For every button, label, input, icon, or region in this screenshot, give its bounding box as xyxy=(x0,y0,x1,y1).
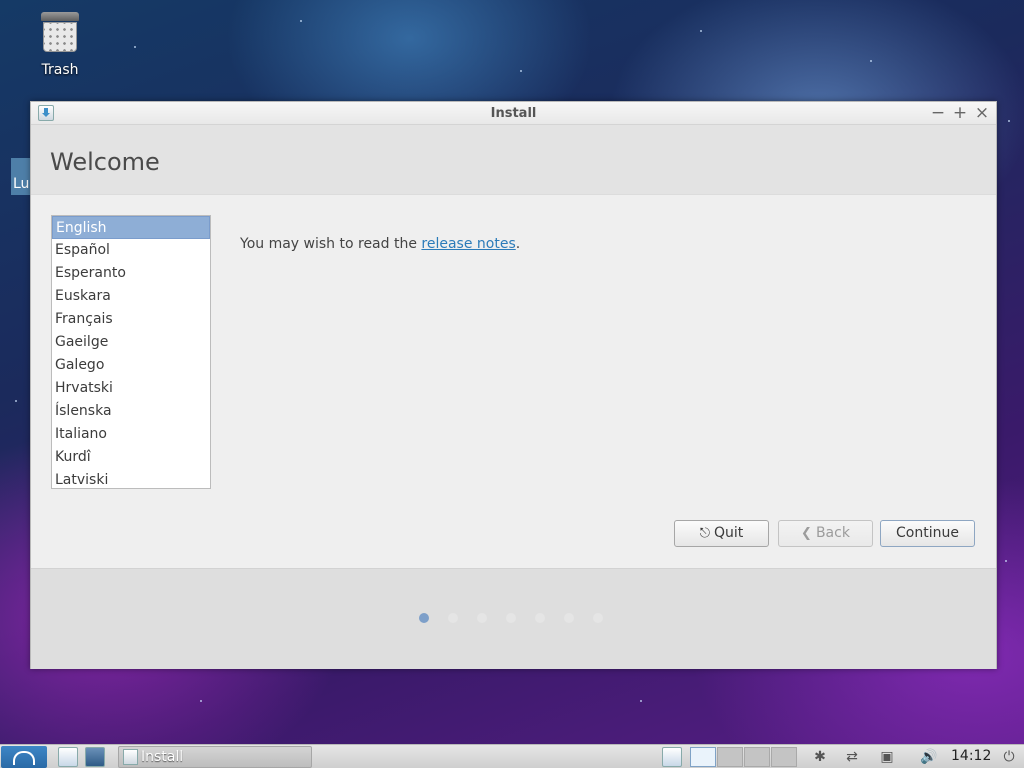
desktop-switcher-icon[interactable] xyxy=(85,747,105,767)
task-install[interactable]: Install xyxy=(118,746,312,768)
language-item[interactable]: Íslenska xyxy=(52,400,210,423)
quit-icon: ⎋ xyxy=(699,526,710,541)
star xyxy=(134,46,136,48)
window-titlebar[interactable]: Install − + × xyxy=(31,102,996,125)
progress-dot xyxy=(506,613,516,623)
power-icon[interactable]: ⏻ xyxy=(1000,748,1018,766)
progress-dot xyxy=(419,613,429,623)
file-manager-icon[interactable] xyxy=(58,747,78,767)
release-text-suffix: . xyxy=(515,236,521,252)
network-icon[interactable]: ⇄ xyxy=(843,748,861,766)
star xyxy=(300,20,302,22)
release-text-prefix: You may wish to read the xyxy=(240,236,422,252)
window-list-icon[interactable] xyxy=(662,747,682,767)
language-item[interactable]: Latviski xyxy=(52,469,210,488)
star xyxy=(1008,120,1010,122)
partial-desktop-item[interactable]: Lu xyxy=(11,158,31,195)
release-notes-text: You may wish to read the release notes. xyxy=(240,236,520,252)
quit-label: Quit xyxy=(714,525,744,541)
language-item[interactable]: English xyxy=(52,216,210,239)
workspace-2[interactable] xyxy=(717,747,743,767)
workspace-1[interactable] xyxy=(690,747,716,767)
task-install-label: Install xyxy=(141,749,184,765)
language-item[interactable]: Español xyxy=(52,239,210,262)
window-title: Install xyxy=(490,106,537,121)
continue-label: Continue xyxy=(896,525,959,541)
star xyxy=(700,30,702,32)
workspace-4[interactable] xyxy=(771,747,797,767)
header-band xyxy=(31,125,996,195)
page-title: Welcome xyxy=(50,148,160,176)
quit-button[interactable]: ⎋ Quit xyxy=(674,520,769,547)
back-label: Back xyxy=(815,525,850,541)
progress-dot xyxy=(564,613,574,623)
start-menu-button[interactable] xyxy=(1,746,47,768)
volume-icon[interactable]: 🔊 xyxy=(920,748,938,766)
progress-dot xyxy=(448,613,458,623)
star xyxy=(640,700,642,702)
clock[interactable]: 14:12 xyxy=(951,748,991,764)
trash-icon xyxy=(41,12,79,54)
star xyxy=(520,70,522,72)
language-item[interactable]: Italiano xyxy=(52,423,210,446)
bluetooth-icon[interactable]: ✱ xyxy=(811,748,829,766)
workspace-3[interactable] xyxy=(744,747,770,767)
language-item[interactable]: Esperanto xyxy=(52,262,210,285)
close-button[interactable]: × xyxy=(972,103,992,123)
trash-label: Trash xyxy=(41,62,79,78)
release-notes-link[interactable]: release notes xyxy=(421,236,515,252)
star xyxy=(870,60,872,62)
install-window: Install − + × Welcome English Español Espe… xyxy=(30,101,997,669)
language-item[interactable]: Galego xyxy=(52,354,210,377)
arrow-left-icon: ❮ xyxy=(801,526,812,541)
language-item[interactable]: Euskara xyxy=(52,285,210,308)
progress-dot xyxy=(477,613,487,623)
maximize-button[interactable]: + xyxy=(950,103,970,123)
taskbar: Install ✱ ⇄ ▣ 🔊 14:12 ⏻ xyxy=(0,744,1024,768)
back-button[interactable]: ❮ Back xyxy=(778,520,873,547)
footer-band xyxy=(31,568,996,669)
star xyxy=(15,400,17,402)
continue-button[interactable]: Continue xyxy=(880,520,975,547)
language-item[interactable]: Gaeilge xyxy=(52,331,210,354)
display-icon[interactable]: ▣ xyxy=(878,748,896,766)
language-item[interactable]: Hrvatski xyxy=(52,377,210,400)
installer-icon xyxy=(123,749,138,765)
minimize-button[interactable]: − xyxy=(928,103,948,123)
language-item[interactable]: Français xyxy=(52,308,210,331)
progress-dot xyxy=(535,613,545,623)
star xyxy=(1005,560,1007,562)
language-list[interactable]: English Español Esperanto Euskara Français Ga… xyxy=(51,215,211,489)
progress-dot xyxy=(593,613,603,623)
language-item[interactable]: Kurdî xyxy=(52,446,210,469)
star xyxy=(200,700,202,702)
desktop-trash[interactable]: Trash xyxy=(30,10,90,78)
